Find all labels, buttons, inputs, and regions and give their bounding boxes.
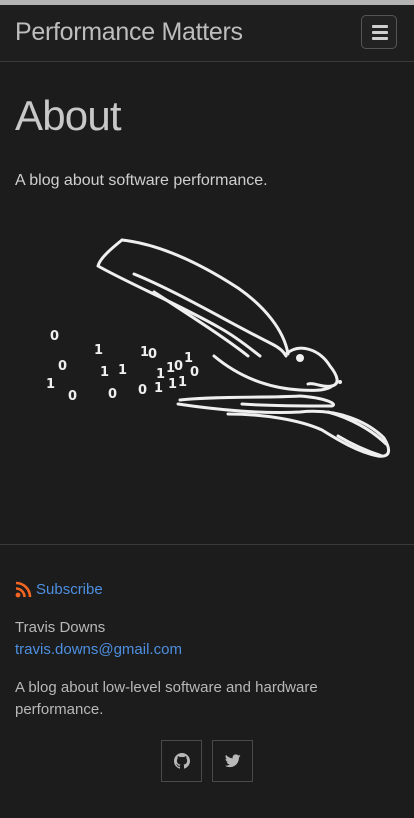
svg-text:1: 1 — [100, 365, 109, 380]
email-link[interactable]: travis.downs@gmail.com — [15, 641, 182, 658]
menu-toggle-button[interactable] — [361, 15, 397, 49]
svg-text:0: 0 — [108, 387, 117, 402]
svg-text:1: 1 — [168, 377, 177, 392]
svg-text:1: 1 — [184, 351, 193, 366]
svg-text:0: 0 — [50, 329, 59, 344]
site-footer: Subscribe Travis Downs travis.downs@gmai… — [0, 544, 414, 818]
page-title: About — [15, 92, 122, 139]
rss-icon — [15, 581, 32, 598]
github-button[interactable] — [161, 740, 202, 782]
footer-description: A blog about low-level software and hard… — [15, 679, 318, 718]
svg-text:1: 1 — [178, 375, 187, 390]
rabbit-illustration: 0 1 0 1 0 1 1 1 0 1 1 0 1 0 0 0 1 1 1 — [46, 238, 390, 458]
svg-text:1: 1 — [156, 367, 165, 382]
author-name: Travis Downs — [15, 619, 106, 636]
svg-text:0: 0 — [148, 347, 157, 362]
subscribe-label: Subscribe — [36, 581, 103, 598]
svg-text:0: 0 — [138, 383, 147, 398]
twitter-button[interactable] — [212, 740, 253, 782]
svg-text:0: 0 — [68, 389, 77, 404]
site-header: Performance Matters — [0, 5, 414, 62]
subscribe-link[interactable]: Subscribe — [15, 581, 103, 598]
svg-text:1: 1 — [46, 377, 55, 392]
twitter-icon — [224, 754, 241, 768]
svg-text:0: 0 — [190, 365, 199, 380]
svg-text:0: 0 — [58, 359, 67, 374]
intro-text: A blog about software performance. — [15, 172, 268, 189]
svg-text:1: 1 — [94, 343, 103, 358]
github-icon — [173, 753, 190, 769]
svg-text:1: 1 — [154, 381, 163, 396]
site-title[interactable]: Performance Matters — [15, 18, 243, 47]
svg-text:0: 0 — [174, 359, 183, 374]
svg-text:1: 1 — [118, 363, 127, 378]
